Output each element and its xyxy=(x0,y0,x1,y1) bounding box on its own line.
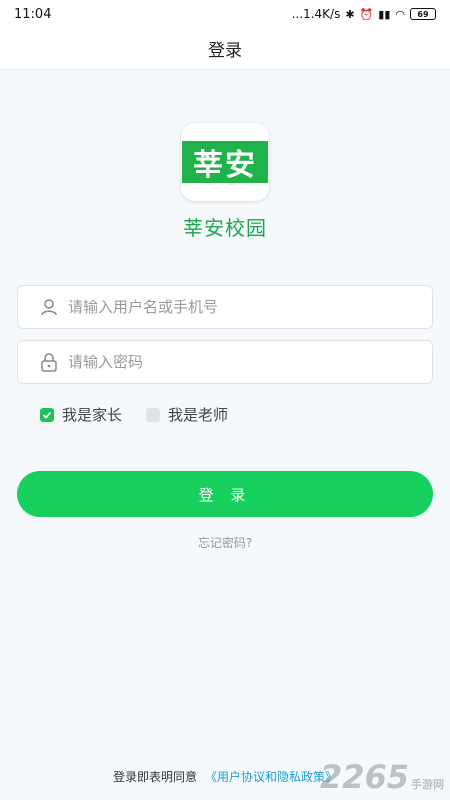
forgot-password-link[interactable]: 忘记密码? xyxy=(0,534,450,551)
username-field[interactable] xyxy=(17,285,433,329)
parent-label: 我是家长 xyxy=(62,406,123,424)
lock-icon xyxy=(41,353,57,372)
status-indicators: ...1.4K/s ✱ ⏰ ▮▮ ◠ 69 xyxy=(292,7,436,21)
parent-checkbox[interactable] xyxy=(40,407,54,422)
agree-text: 登录即表明同意 xyxy=(112,770,197,784)
page-title: 登录 xyxy=(208,41,242,61)
page-header: 登录 xyxy=(0,28,450,70)
app-name: 莘安校园 xyxy=(183,216,267,240)
teacher-label: 我是老师 xyxy=(168,406,229,424)
status-bar: 11:04 ...1.4K/s ✱ ⏰ ▮▮ ◠ 69 xyxy=(0,0,450,28)
watermark-number: 2265 xyxy=(319,758,409,796)
check-icon xyxy=(42,411,52,419)
role-selector: 我是家长 我是老师 xyxy=(40,404,252,425)
teacher-checkbox[interactable] xyxy=(146,407,161,422)
app-logo: 莘安 xyxy=(181,123,269,201)
hd-signal-icon: ▮▮ xyxy=(378,7,391,21)
status-time: 11:04 xyxy=(14,6,52,22)
password-field[interactable] xyxy=(17,340,433,384)
logo-text: 莘安 xyxy=(182,141,268,183)
login-button[interactable]: 登 录 xyxy=(17,471,433,517)
role-parent[interactable]: 我是家长 xyxy=(40,404,122,425)
watermark: 2265 手游网 xyxy=(320,758,444,796)
user-icon xyxy=(41,299,57,316)
network-speed: ...1.4K/s xyxy=(291,7,341,21)
alarm-icon: ⏰ xyxy=(359,7,374,21)
username-input[interactable] xyxy=(68,298,388,316)
role-teacher[interactable]: 我是老师 xyxy=(146,404,228,425)
wifi-icon: ◠ xyxy=(395,7,405,21)
policy-link[interactable]: 《用户协议和隐私政策》 xyxy=(205,770,337,784)
watermark-suffix: 手游网 xyxy=(411,778,444,791)
bluetooth-icon: ✱ xyxy=(345,7,355,21)
battery-icon: 69 xyxy=(410,8,436,20)
password-input[interactable] xyxy=(68,353,388,371)
